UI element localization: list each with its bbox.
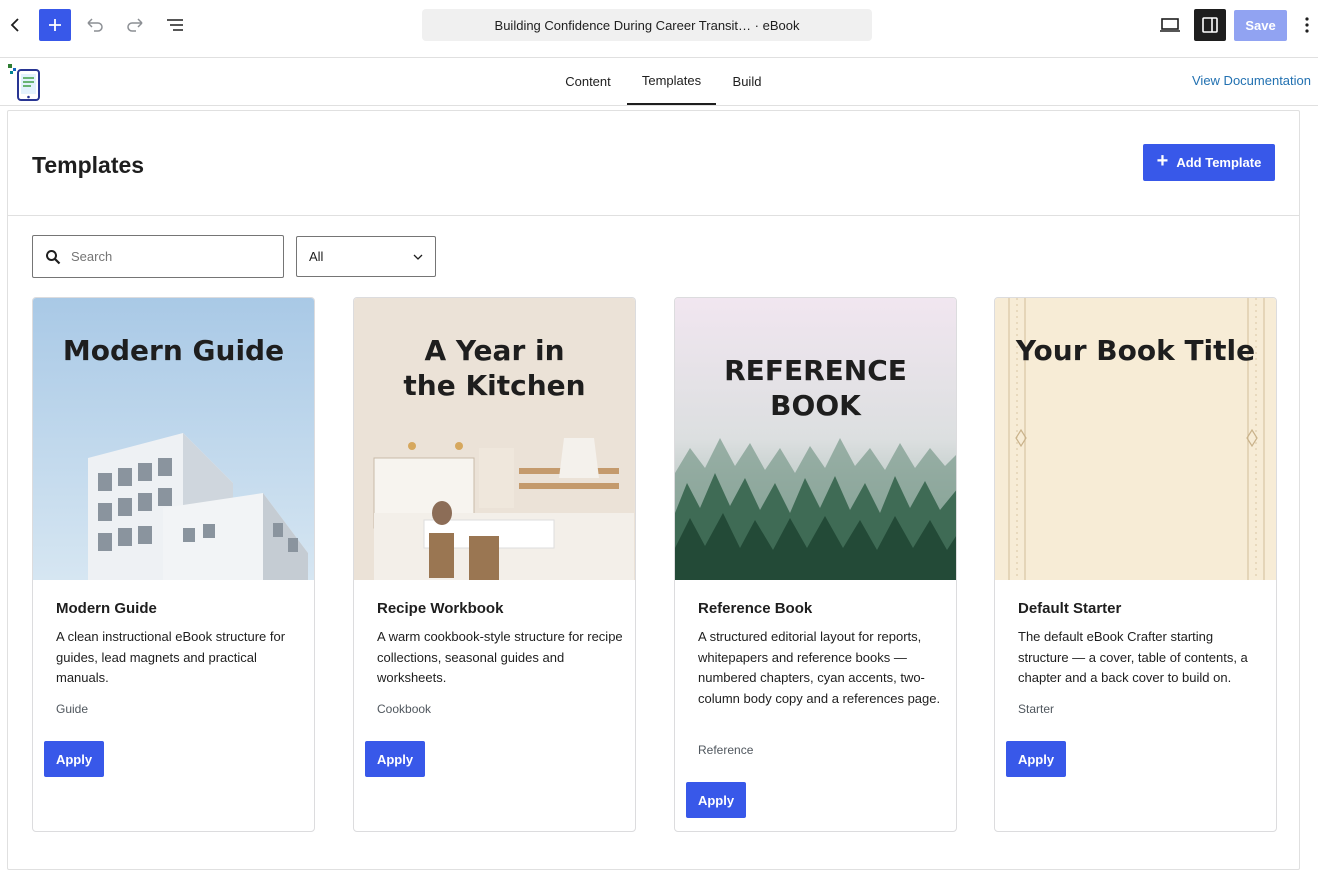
panel-header: Templates + Add Template <box>8 111 1299 216</box>
template-card-reference-book: REFERENCE BOOK Reference Book A structur… <box>674 297 957 832</box>
cover-title: Modern Guide <box>62 334 285 367</box>
editor-toolbar: Building Confidence During Career Transi… <box>0 0 1318 58</box>
cover-title-line-1: A Year in <box>424 334 565 367</box>
more-vertical-icon <box>1305 17 1309 33</box>
apply-button[interactable]: Apply <box>44 741 104 777</box>
template-card-modern-guide: Modern Guide Modern Guide A clean instru… <box>32 297 315 832</box>
tab-content[interactable]: Content <box>556 58 620 105</box>
template-description: The default eBook Crafter starting struc… <box>1018 629 1248 685</box>
list-view-icon <box>167 19 183 31</box>
apply-button[interactable]: Apply <box>686 782 746 818</box>
template-category: Cookbook <box>377 702 432 716</box>
back-button[interactable] <box>0 9 32 41</box>
template-name: Reference Book <box>698 600 813 617</box>
template-name: Modern Guide <box>56 600 157 617</box>
template-name: Recipe Workbook <box>377 600 504 617</box>
chevron-left-icon <box>10 18 19 32</box>
add-template-label: Add Template <box>1176 155 1262 170</box>
page-title: Templates <box>32 152 145 178</box>
undo-button[interactable] <box>79 9 111 41</box>
apply-button[interactable]: Apply <box>365 741 425 777</box>
template-cover-image: Your Book Title <box>995 298 1276 580</box>
cover-title: Your Book Title <box>1015 334 1256 367</box>
template-category: Guide <box>56 702 89 716</box>
search-input[interactable] <box>71 249 261 264</box>
cover-title-line-2: the Kitchen <box>403 369 586 402</box>
filter-value: All <box>309 249 324 264</box>
undo-icon <box>87 18 103 32</box>
ebook-crafter-logo <box>8 64 40 101</box>
add-block-button[interactable] <box>39 9 71 41</box>
category-filter-select[interactable]: All <box>296 236 436 277</box>
template-name: Default Starter <box>1018 600 1122 617</box>
cover-title-line-2: BOOK <box>770 389 861 422</box>
template-description: A warm cookbook-style structure for reci… <box>377 629 623 685</box>
settings-sidebar-toggle[interactable] <box>1194 9 1226 41</box>
template-card-recipe-workbook: A Year in the Kitchen Recipe Workbook A … <box>353 297 636 832</box>
cover-title-line-1: REFERENCE <box>724 354 907 387</box>
tab-build[interactable]: Build <box>724 58 770 105</box>
templates-panel: Templates + Add Template All <box>7 110 1300 870</box>
search-icon <box>46 249 61 264</box>
redo-button[interactable] <box>119 9 151 41</box>
template-description: A clean instructional eBook structure fo… <box>56 629 286 685</box>
plugin-nav: Content Templates Build View Documentati… <box>0 58 1318 106</box>
template-description: A structured editorial layout for report… <box>698 629 941 706</box>
template-cover-image: A Year in the Kitchen <box>354 298 635 580</box>
forest-cover-illustration <box>675 298 956 580</box>
document-title-bar[interactable]: Building Confidence During Career Transi… <box>422 9 872 41</box>
redo-icon <box>127 18 143 32</box>
add-template-button[interactable]: + Add Template <box>1143 144 1275 181</box>
template-category: Starter <box>1018 702 1055 716</box>
save-button[interactable]: Save <box>1234 10 1287 41</box>
options-menu-button[interactable] <box>1296 9 1318 41</box>
tab-templates[interactable]: Templates <box>627 58 716 105</box>
template-category: Reference <box>698 743 754 757</box>
view-documentation-link[interactable]: View Documentation <box>1192 73 1311 88</box>
plus-icon <box>49 19 61 31</box>
search-field <box>32 235 284 278</box>
preview-button[interactable] <box>1154 9 1186 41</box>
template-card-default-starter: Your Book Title Default Starter The defa… <box>994 297 1277 832</box>
chevron-down-icon <box>413 254 423 260</box>
sidebar-icon <box>1202 17 1218 33</box>
template-cover-image: REFERENCE BOOK <box>675 298 956 580</box>
document-overview-button[interactable] <box>159 9 191 41</box>
template-cover-image: Modern Guide <box>33 298 314 580</box>
document-title: Building Confidence During Career Transi… <box>494 17 800 33</box>
apply-button[interactable]: Apply <box>1006 741 1066 777</box>
desktop-view-icon <box>1160 18 1180 32</box>
plus-icon: + <box>1156 150 1169 172</box>
